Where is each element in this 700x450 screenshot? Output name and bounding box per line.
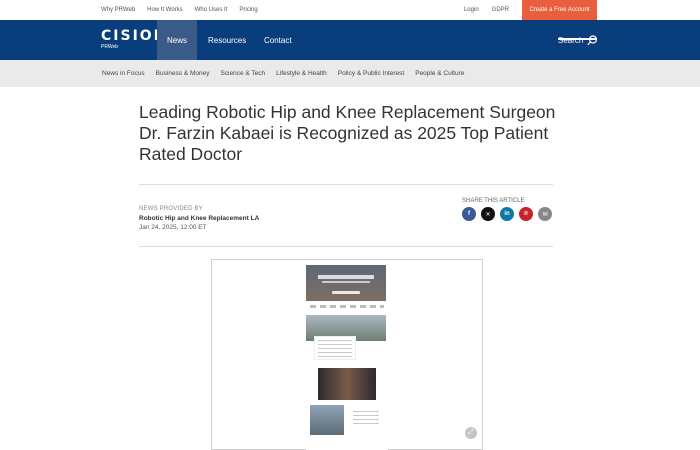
share-buttons: f ✕ in ℗ ✉ (462, 207, 552, 221)
pricing-link[interactable]: Pricing (239, 7, 257, 13)
nav-resources[interactable]: Resources (208, 20, 246, 60)
category-lifestyle-health[interactable]: Lifestyle & Health (276, 70, 327, 77)
category-policy-public-interest[interactable]: Policy & Public Interest (338, 70, 404, 77)
article-headline: Leading Robotic Hip and Knee Replacement… (139, 102, 556, 164)
image-hero-subheading (322, 281, 370, 283)
category-business-money[interactable]: Business & Money (156, 70, 210, 77)
article-image[interactable] (306, 262, 388, 450)
search-icon (587, 34, 598, 45)
pinterest-share-icon[interactable]: ℗ (519, 207, 533, 221)
gdpr-link[interactable]: GDPR (492, 7, 509, 13)
x-share-icon[interactable]: ✕ (481, 207, 495, 221)
divider (139, 184, 553, 185)
create-account-button[interactable]: Create a Free Account (522, 0, 597, 20)
category-science-tech[interactable]: Science & Tech (220, 70, 265, 77)
account-links: Login GDPR Create a Free Account (464, 0, 700, 20)
image-bottom-photo (310, 405, 344, 435)
search-label: Search (558, 35, 584, 45)
facebook-share-icon[interactable]: f (462, 207, 476, 221)
top-utility-bar: Why PRWeb How It Works Who Uses It Prici… (0, 0, 700, 20)
divider (139, 246, 553, 247)
who-uses-it-link[interactable]: Who Uses It (195, 7, 228, 13)
category-news-in-focus[interactable]: News in Focus (102, 70, 145, 77)
expand-image-icon[interactable]: ⤢ (465, 427, 477, 439)
email-share-icon[interactable]: ✉ (538, 207, 552, 221)
nav-contact[interactable]: Contact (264, 20, 292, 60)
image-portrait-photo (318, 368, 376, 400)
why-prweb-link[interactable]: Why PRWeb (101, 7, 135, 13)
main-navigation: CISION PRWeb News Resources Contact Sear… (0, 20, 700, 60)
linkedin-share-icon[interactable]: in (500, 207, 514, 221)
search-underline (558, 38, 597, 40)
utility-links: Why PRWeb How It Works Who Uses It Prici… (101, 0, 258, 20)
image-hero-heading (318, 275, 374, 279)
image-hero-button (332, 291, 360, 294)
share-label: SHARE THIS ARTICLE (462, 198, 525, 204)
login-link[interactable]: Login (464, 7, 479, 13)
image-text-card (314, 336, 356, 360)
how-it-works-link[interactable]: How It Works (147, 7, 183, 13)
news-provided-label: NEWS PROVIDED BY (139, 206, 203, 212)
category-people-culture[interactable]: People & Culture (415, 70, 464, 77)
publish-date: Jan 24, 2025, 12:00 ET (139, 224, 207, 231)
organization-link[interactable]: Robotic Hip and Knee Replacement LA (139, 215, 259, 222)
image-logo-strip (310, 305, 384, 308)
nav-news[interactable]: News (157, 20, 197, 60)
category-bar: News in Focus Business & Money Science &… (0, 60, 700, 87)
search-button[interactable]: Search (558, 20, 598, 60)
image-hero-banner (306, 265, 386, 301)
image-bottom-text (350, 408, 382, 432)
